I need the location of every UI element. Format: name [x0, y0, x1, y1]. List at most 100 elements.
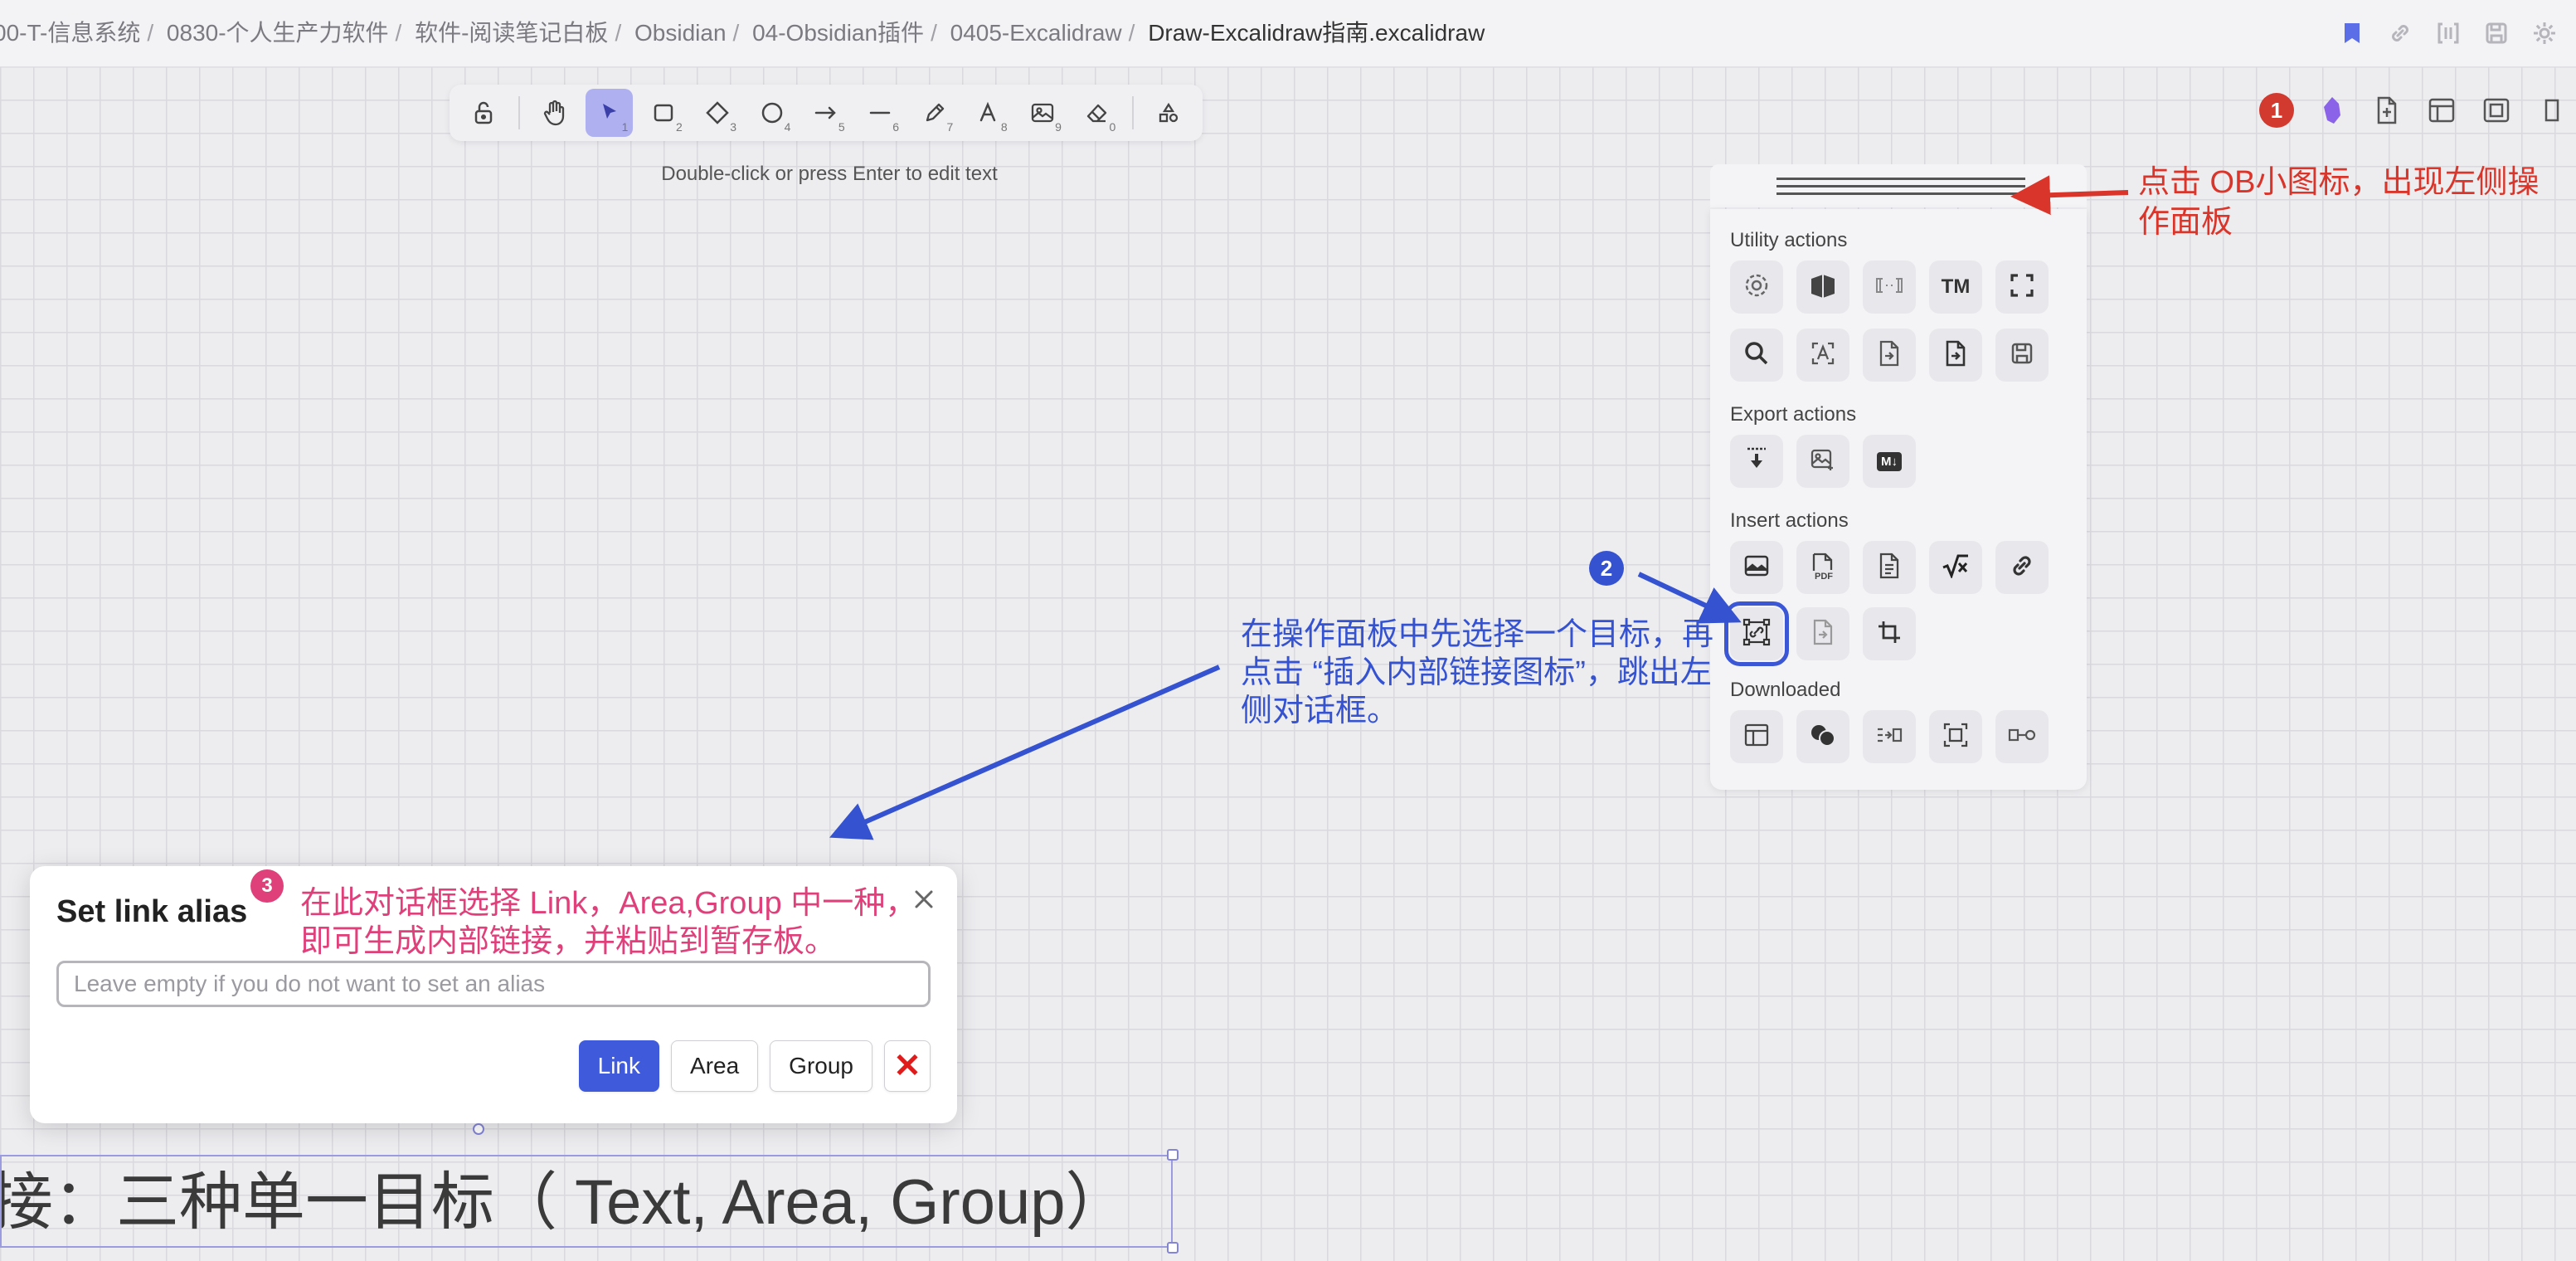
brackets-icon[interactable]: [2433, 18, 2463, 48]
bookmark-icon[interactable]: [2337, 18, 2367, 48]
connector-icon: [2007, 725, 2037, 749]
utility-actions-title: Utility actions: [1730, 229, 1848, 251]
canvas-text-content: 接：三种单一目标（ Text, Area, Group）: [0, 1167, 1129, 1238]
hand-tool[interactable]: [532, 89, 579, 137]
cancel-button[interactable]: ✕: [884, 1040, 931, 1092]
insert-image-button[interactable]: [1730, 541, 1783, 594]
embed-file-icon: [1810, 618, 1835, 650]
diamond-tool[interactable]: 3: [694, 89, 741, 137]
dialog-title: Set link alias: [56, 894, 248, 929]
layout-icon[interactable]: [2425, 94, 2458, 127]
export-markdown-button[interactable]: M↓: [1863, 435, 1916, 488]
selection-handle[interactable]: [1167, 1149, 1179, 1161]
top-bar: 00-T-信息系统 / 0830-个人生产力软件 / 软件-阅读笔记白板 / Obsi…: [0, 0, 2576, 67]
sqrt-x-icon: [1941, 553, 1971, 582]
insert-internal-link-button[interactable]: [1724, 601, 1789, 666]
image-tool[interactable]: 9: [1019, 89, 1067, 137]
area-button[interactable]: Area: [671, 1040, 759, 1092]
insert-pdf-button[interactable]: PDF: [1796, 541, 1849, 594]
breadcrumb-item[interactable]: Obsidian: [634, 20, 727, 46]
save-icon[interactable]: [2481, 18, 2511, 48]
book-icon[interactable]: [2535, 94, 2568, 127]
double-bracket-icon: [1874, 275, 1904, 299]
open-book-icon: [1808, 272, 1838, 303]
selection-tool[interactable]: 1: [586, 89, 634, 137]
tool-shortcut: 5: [838, 120, 845, 134]
export-image-button[interactable]: [1796, 435, 1849, 488]
tool-shortcut: 1: [621, 120, 629, 134]
breadcrumb-item[interactable]: 00-T-信息系统: [0, 20, 140, 46]
text-tool[interactable]: 8: [965, 89, 1012, 137]
frame-select-icon: [1942, 722, 1969, 752]
toolbar-divider: [518, 96, 520, 129]
trademark-action-button[interactable]: TM: [1929, 260, 1982, 314]
frame-icon[interactable]: [2480, 94, 2513, 127]
file-arrow-icon: [1877, 339, 1902, 372]
downloaded-layout-button[interactable]: [1730, 710, 1783, 763]
search-icon: [1742, 339, 1771, 372]
breadcrumb-separator: /: [615, 20, 622, 46]
annotation-badge-2: 2: [1589, 551, 1624, 586]
crop-icon: [1877, 620, 1902, 649]
downloaded-title: Downloaded: [1730, 679, 1841, 701]
top-actions: [2337, 17, 2559, 50]
breadcrumb-separator: /: [1128, 20, 1135, 46]
breadcrumb: 00-T-信息系统 / 0830-个人生产力软件 / 软件-阅读笔记白板 / Obsi…: [0, 18, 1485, 48]
new-file-icon[interactable]: [2370, 94, 2403, 127]
library-tool[interactable]: [1145, 89, 1193, 137]
insert-actions-title: Insert actions: [1730, 509, 1849, 532]
library-action-button[interactable]: [1796, 260, 1849, 314]
insert-latex-button[interactable]: [1929, 541, 1982, 594]
export-download-button[interactable]: [1730, 435, 1783, 488]
wiki-link-action-button[interactable]: [1863, 260, 1916, 314]
insert-embed-button[interactable]: [1796, 607, 1849, 660]
downloaded-connector-button[interactable]: [1995, 710, 2049, 763]
lock-tool[interactable]: [459, 89, 507, 137]
downloaded-frame-button[interactable]: [1929, 710, 1982, 763]
line-tool[interactable]: 6: [857, 89, 904, 137]
arrow-tool[interactable]: 5: [802, 89, 849, 137]
breadcrumb-item[interactable]: 04-Obsidian插件: [752, 20, 924, 46]
import-file-action-button[interactable]: [1929, 329, 1982, 382]
alias-input[interactable]: [56, 961, 931, 1007]
insert-link-button[interactable]: [1995, 541, 2049, 594]
toolbar-divider: [1132, 96, 1134, 129]
settings-icon[interactable]: [2530, 18, 2559, 48]
link-icon[interactable]: [2385, 18, 2415, 48]
linked-circles-icon: [1808, 722, 1838, 752]
open-file-action-button[interactable]: [1863, 329, 1916, 382]
eraser-tool[interactable]: 0: [1073, 89, 1120, 137]
link-icon: [2009, 553, 2035, 583]
rotation-handle[interactable]: [473, 1123, 484, 1135]
breadcrumb-current[interactable]: Draw-Excalidraw指南.excalidraw: [1148, 20, 1485, 46]
canvas-text-element[interactable]: 接：三种单一目标（ Text, Area, Group）: [0, 1155, 1173, 1248]
ellipse-tool[interactable]: 4: [748, 89, 795, 137]
save-action-button[interactable]: [1995, 329, 2049, 382]
breadcrumb-item[interactable]: 软件-阅读笔记白板: [415, 20, 608, 46]
insert-document-button[interactable]: [1863, 541, 1916, 594]
file-import-icon: [1943, 339, 1968, 372]
tool-shortcut: 0: [1109, 120, 1116, 134]
tool-shortcut: 4: [784, 120, 791, 134]
search-action-button[interactable]: [1730, 329, 1783, 382]
obsidian-icon[interactable]: [2316, 94, 2349, 127]
draw-tool[interactable]: 7: [911, 89, 958, 137]
link-button[interactable]: Link: [578, 1040, 660, 1092]
tool-shortcut: 6: [892, 120, 899, 134]
panel-drag-handle[interactable]: [1710, 164, 2087, 207]
downloaded-link-objects-button[interactable]: [1796, 710, 1849, 763]
breadcrumb-item[interactable]: 0405-Excalidraw: [950, 20, 1122, 46]
breadcrumb-item[interactable]: 0830-个人生产力软件: [167, 20, 389, 46]
selection-handle[interactable]: [1167, 1242, 1179, 1254]
crop-button[interactable]: [1863, 607, 1916, 660]
ocr-action-button[interactable]: [1796, 329, 1849, 382]
annotation-blue-text: 在操作面板中先选择一个目标，再点击 “插入内部链接图标”，跳出左侧对话框。: [1241, 617, 1714, 728]
tm-label: TM: [1941, 275, 1971, 298]
rectangle-tool[interactable]: 2: [639, 89, 687, 137]
breadcrumb-separator: /: [147, 20, 154, 46]
group-button[interactable]: Group: [770, 1040, 872, 1092]
downloaded-connect-button[interactable]: [1863, 710, 1916, 763]
fullscreen-action-button[interactable]: [1995, 260, 2049, 314]
settings-action-button[interactable]: [1730, 260, 1783, 314]
tool-shortcut: 7: [946, 120, 954, 134]
